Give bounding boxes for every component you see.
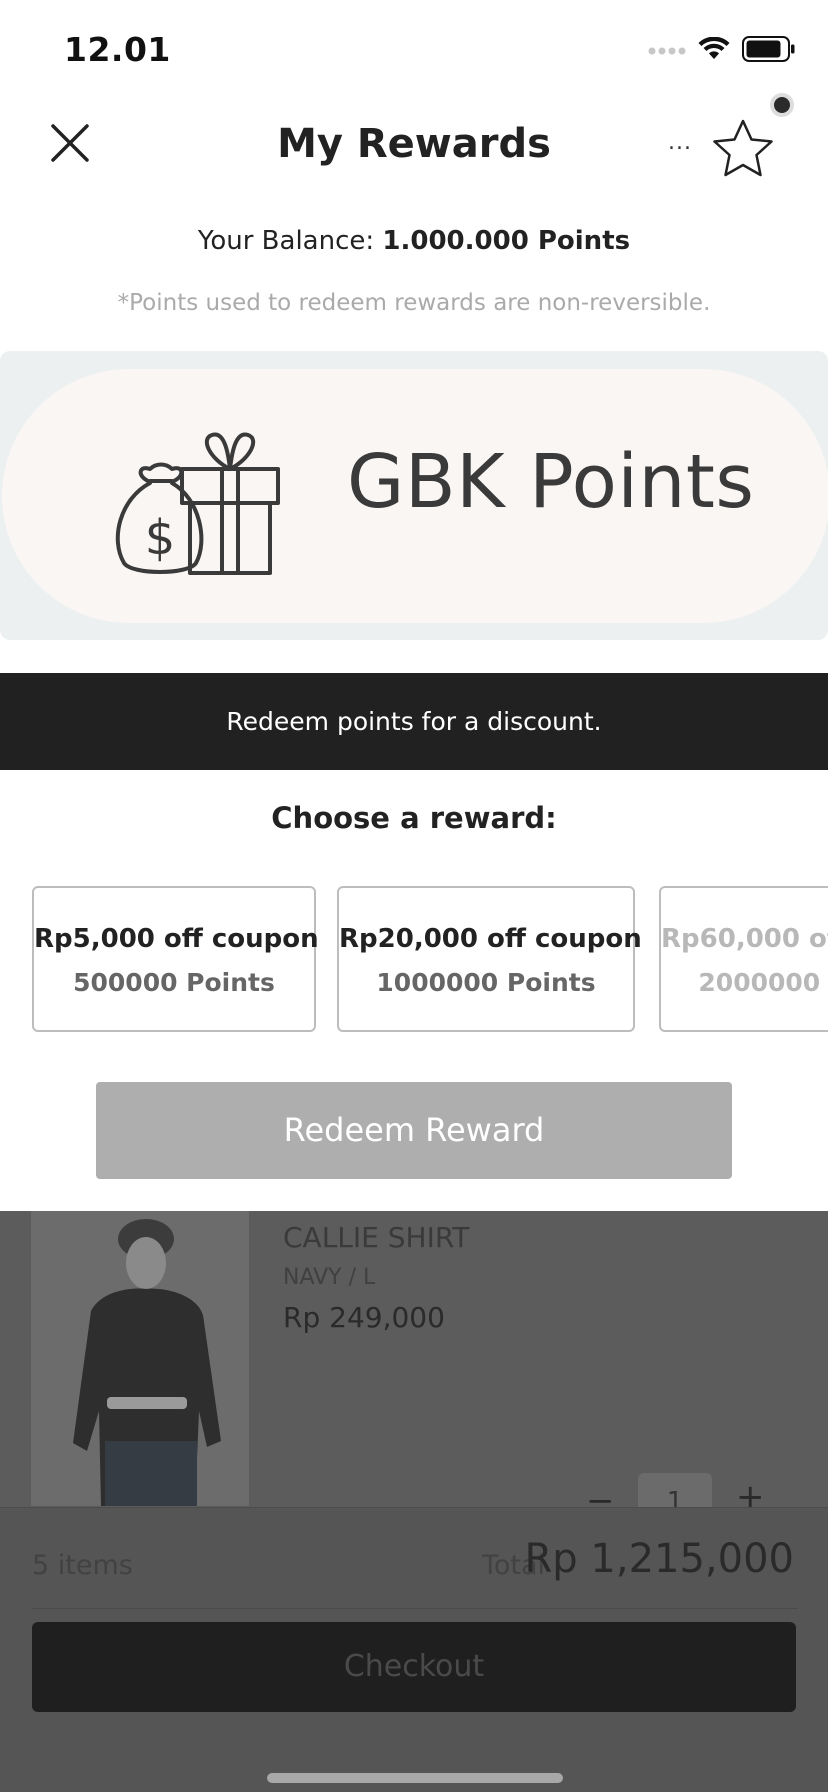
total-value: Rp 1,215,000 [524,1536,794,1582]
home-indicator [267,1773,563,1783]
reward-points: 1000000 Points [376,968,596,997]
footer-divider [32,1608,798,1609]
star-icon [712,119,774,181]
notification-dot [770,93,794,117]
header: My Rewards ... [0,95,828,195]
cart-background: CALLIE SHIRT NAVY / L Rp 249,000 − 1 + 5… [0,1211,828,1792]
cart-footer: 5 items Total Rp 1,215,000 Checkout [0,1507,828,1792]
balance-line: Your Balance: 1.000.000 Points [0,226,828,256]
svg-text:$: $ [145,510,176,566]
money-bag-gift-icon: $ [110,429,285,579]
info-strip: Redeem points for a discount. [0,673,828,770]
redeem-reward-button[interactable]: Redeem Reward [96,1082,732,1179]
reward-card[interactable]: Rp20,000 off coupon 1000000 Points [337,886,642,1032]
battery-icon [742,36,796,66]
status-icons [648,36,796,66]
balance-value: 1.000.000 Points [382,226,631,256]
wifi-icon [698,36,730,65]
choose-reward-heading: Choose a reward: [271,801,557,835]
reward-card[interactable]: Rp5,000 off coupon 500000 Points [32,886,319,1032]
reward-carousel[interactable]: Rp5,000 off coupon 500000 Points Rp20,00… [32,886,828,1034]
product-price: Rp 249,000 [283,1301,445,1334]
non-reversible-note: *Points used to redeem rewards are non-r… [117,290,711,316]
product-image [31,1211,249,1506]
reward-points: 2000000 Points [698,968,828,997]
more-options-button[interactable]: ... [668,130,692,155]
reward-points: 500000 Points [73,968,275,997]
page-title: My Rewards [277,121,551,167]
status-bar: 12.01 [0,0,828,90]
reward-name: Rp5,000 off coupon [34,924,319,954]
reward-card[interactable]: Rp60,000 off coupon 2000000 Points [659,886,828,1032]
points-banner-pill: $ GBK Points [2,369,828,623]
balance-label: Your Balance: [197,226,375,256]
cellular-signal-icon [648,42,686,61]
banner-title: GBK Points [347,439,755,525]
status-time: 12.01 [64,30,171,69]
checkout-button[interactable]: Checkout [32,1622,796,1712]
product-variant: NAVY / L [283,1265,376,1290]
items-count: 5 items [32,1550,133,1581]
product-name: CALLIE SHIRT [283,1221,470,1254]
points-banner: $ GBK Points [0,351,828,640]
reward-name: Rp60,000 off coupon [661,924,828,954]
reward-name: Rp20,000 off coupon [339,924,642,954]
favorite-button[interactable] [706,113,780,187]
